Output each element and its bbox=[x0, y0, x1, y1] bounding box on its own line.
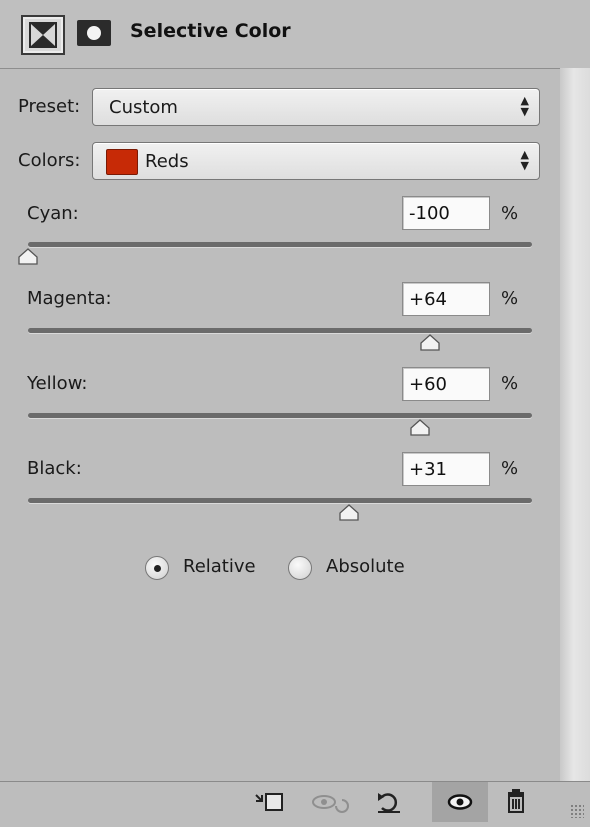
absolute-label[interactable]: Absolute bbox=[326, 556, 405, 577]
black-input[interactable]: +31 bbox=[402, 452, 490, 486]
clip-to-layer-icon[interactable] bbox=[248, 782, 292, 822]
view-previous-state-icon[interactable] bbox=[306, 782, 350, 822]
magenta-slider-thumb[interactable] bbox=[419, 334, 441, 352]
colors-value: Reds bbox=[145, 151, 189, 172]
black-unit: % bbox=[501, 458, 519, 479]
chevron-updown-icon: ▲ ▼ bbox=[520, 94, 529, 118]
adjustment-layer-icon[interactable] bbox=[21, 15, 65, 55]
panel-title: Selective Color bbox=[130, 20, 291, 42]
cyan-unit: % bbox=[501, 203, 519, 224]
magenta-slider-track[interactable] bbox=[28, 328, 532, 333]
magenta-label: Magenta: bbox=[27, 288, 112, 309]
layer-mask-icon[interactable] bbox=[77, 20, 111, 46]
cyan-input[interactable]: -100 bbox=[402, 196, 490, 230]
scrollbar[interactable] bbox=[560, 68, 590, 781]
delete-icon[interactable] bbox=[494, 782, 538, 822]
relative-label[interactable]: Relative bbox=[183, 556, 256, 577]
radio-selected-dot bbox=[154, 565, 161, 572]
black-slider-track[interactable] bbox=[28, 498, 532, 503]
black-slider-thumb[interactable] bbox=[338, 504, 360, 522]
relative-radio[interactable] bbox=[145, 556, 169, 580]
absolute-radio[interactable] bbox=[288, 556, 312, 580]
black-label: Black: bbox=[27, 458, 82, 479]
toggle-visibility-icon[interactable] bbox=[432, 782, 488, 822]
preset-select[interactable]: Custom ▲ ▼ bbox=[92, 88, 540, 126]
yellow-slider-thumb[interactable] bbox=[409, 419, 431, 437]
cyan-label: Cyan: bbox=[27, 203, 79, 224]
yellow-unit: % bbox=[501, 373, 519, 394]
color-swatch bbox=[106, 149, 138, 175]
cyan-slider-thumb[interactable] bbox=[17, 248, 39, 266]
reset-icon[interactable] bbox=[368, 782, 412, 822]
preset-label: Preset: bbox=[18, 96, 81, 117]
magenta-unit: % bbox=[501, 288, 519, 309]
panel-header: Selective Color bbox=[0, 0, 590, 69]
yellow-input[interactable]: +60 bbox=[402, 367, 490, 401]
panel-footer bbox=[0, 781, 590, 822]
cyan-slider-track[interactable] bbox=[28, 242, 532, 247]
magenta-input[interactable]: +64 bbox=[402, 282, 490, 316]
yellow-label: Yellow: bbox=[27, 373, 88, 394]
yellow-slider-track[interactable] bbox=[28, 413, 532, 418]
preset-value: Custom bbox=[109, 97, 178, 118]
colors-select[interactable]: Reds ▲ ▼ bbox=[92, 142, 540, 180]
resize-grip-icon[interactable] bbox=[570, 804, 584, 818]
chevron-updown-icon: ▲ ▼ bbox=[520, 148, 529, 172]
colors-label: Colors: bbox=[18, 150, 81, 171]
